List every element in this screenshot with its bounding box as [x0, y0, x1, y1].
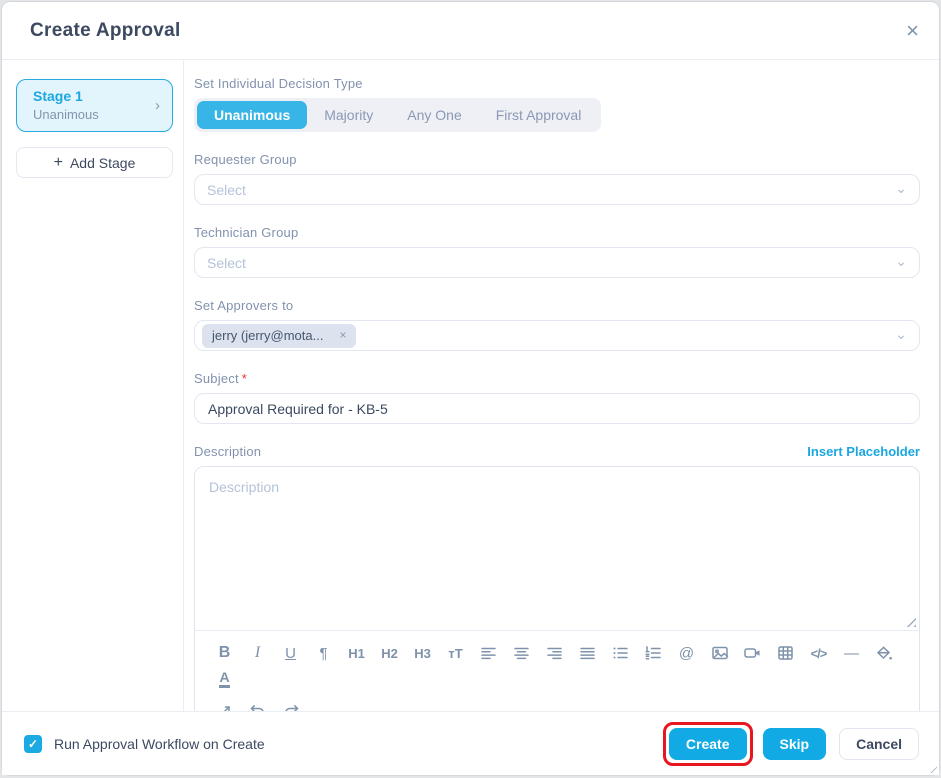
- close-icon[interactable]: ×: [906, 20, 919, 42]
- requester-group-label: Requester Group: [194, 152, 920, 167]
- chevron-down-icon: ⌄: [895, 181, 907, 195]
- stage-name: Stage 1: [33, 88, 99, 104]
- insert-image-icon[interactable]: [706, 640, 733, 666]
- text-color-icon[interactable]: A: [211, 666, 238, 692]
- horizontal-rule-icon[interactable]: —: [838, 640, 865, 666]
- description-editor: BIU¶H1H2H3тT @ </>— A: [194, 466, 920, 711]
- requester-group-placeholder: Select: [207, 182, 246, 198]
- dialog-footer: ✓ Run Approval Workflow on Create Create…: [2, 711, 939, 775]
- dialog-resize-handle[interactable]: [927, 763, 937, 773]
- dialog-body: Stage 1 Unanimous › + Add Stage Set Indi…: [2, 60, 939, 711]
- chevron-down-icon: ⌄: [895, 327, 907, 341]
- approvers-field: Set Approvers to jerry (jerry@mota... × …: [194, 298, 920, 351]
- footer-actions: Create Skip Cancel: [663, 722, 919, 766]
- insert-placeholder-link[interactable]: Insert Placeholder: [807, 444, 920, 459]
- add-stage-label: Add Stage: [70, 155, 135, 171]
- cancel-button[interactable]: Cancel: [839, 728, 919, 760]
- decision-type-group: Set Individual Decision Type UnanimousMa…: [194, 76, 920, 132]
- redo-icon[interactable]: [277, 698, 304, 711]
- heading3-icon[interactable]: H3: [409, 640, 436, 666]
- align-right-icon[interactable]: [541, 640, 568, 666]
- code-view-icon[interactable]: </>: [805, 640, 832, 666]
- dialog-title: Create Approval: [30, 20, 181, 42]
- insert-video-icon[interactable]: [739, 640, 766, 666]
- annotation-highlight: Create: [663, 722, 753, 766]
- technician-group-select[interactable]: Select ⌄: [194, 247, 920, 278]
- required-asterisk: *: [242, 371, 247, 386]
- decision-type-label: Set Individual Decision Type: [194, 76, 920, 91]
- approval-form: Set Individual Decision Type UnanimousMa…: [184, 60, 939, 711]
- stages-sidebar: Stage 1 Unanimous › + Add Stage: [2, 60, 184, 711]
- plus-icon: +: [54, 154, 63, 172]
- stage-card-text: Stage 1 Unanimous: [33, 88, 99, 122]
- editor-toolbar-row1: BIU¶H1H2H3тT @ </>— A: [195, 631, 919, 696]
- create-approval-dialog: Create Approval × Stage 1 Unanimous › + …: [1, 1, 940, 776]
- technician-group-field: Technician Group Select ⌄: [194, 225, 920, 278]
- add-stage-button[interactable]: + Add Stage: [16, 147, 173, 178]
- heading2-icon[interactable]: H2: [376, 640, 403, 666]
- run-workflow-checkbox-row[interactable]: ✓ Run Approval Workflow on Create: [24, 735, 265, 753]
- description-field: Description Insert Placeholder BIU¶H1H2H…: [194, 444, 920, 711]
- decision-option-majority[interactable]: Majority: [307, 101, 390, 129]
- ordered-list-icon[interactable]: [640, 640, 667, 666]
- paragraph-icon[interactable]: ¶: [310, 640, 337, 666]
- checkbox-checked-icon[interactable]: ✓: [24, 735, 42, 753]
- requester-group-select[interactable]: Select ⌄: [194, 174, 920, 205]
- underline-icon[interactable]: U: [277, 640, 304, 666]
- approvers-select[interactable]: jerry (jerry@mota... × ⌄: [194, 320, 920, 351]
- subject-label: Subject*: [194, 371, 920, 386]
- description-label-row: Description Insert Placeholder: [194, 444, 920, 459]
- skip-button[interactable]: Skip: [763, 728, 827, 760]
- editor-textzone: [195, 467, 919, 631]
- stage-card-1[interactable]: Stage 1 Unanimous ›: [16, 79, 173, 132]
- italic-icon[interactable]: I: [244, 640, 271, 666]
- subject-field: Subject*: [194, 371, 920, 424]
- approvers-label: Set Approvers to: [194, 298, 920, 313]
- description-label: Description: [194, 444, 261, 459]
- approver-chip-label: jerry (jerry@mota...: [212, 328, 323, 343]
- subject-input[interactable]: [194, 393, 920, 424]
- run-workflow-label: Run Approval Workflow on Create: [54, 736, 265, 752]
- decision-option-first-approval[interactable]: First Approval: [479, 101, 599, 129]
- insert-table-icon[interactable]: [772, 640, 799, 666]
- dialog-header: Create Approval ×: [2, 2, 939, 60]
- chevron-right-icon: ›: [155, 97, 162, 114]
- align-left-icon[interactable]: [475, 640, 502, 666]
- align-justify-icon[interactable]: [574, 640, 601, 666]
- align-center-icon[interactable]: [508, 640, 535, 666]
- decision-option-any-one[interactable]: Any One: [390, 101, 478, 129]
- approver-chip: jerry (jerry@mota... ×: [202, 324, 356, 348]
- font-size-icon[interactable]: тT: [442, 640, 469, 666]
- undo-icon[interactable]: [244, 698, 271, 711]
- bold-icon[interactable]: B: [211, 640, 238, 666]
- editor-toolbar-row2: [195, 696, 919, 711]
- decision-option-unanimous[interactable]: Unanimous: [197, 101, 307, 129]
- subject-label-text: Subject: [194, 371, 239, 386]
- create-button[interactable]: Create: [669, 728, 747, 760]
- unordered-list-icon[interactable]: [607, 640, 634, 666]
- stage-type: Unanimous: [33, 107, 99, 122]
- chevron-down-icon: ⌄: [895, 254, 907, 268]
- requester-group-field: Requester Group Select ⌄: [194, 152, 920, 205]
- fill-color-icon[interactable]: [871, 640, 898, 666]
- chip-close-icon[interactable]: ×: [339, 328, 346, 342]
- description-textarea[interactable]: [195, 467, 919, 625]
- decision-type-segmented-control: UnanimousMajorityAny OneFirst Approval: [194, 98, 601, 132]
- technician-group-label: Technician Group: [194, 225, 920, 240]
- fullscreen-icon[interactable]: [211, 698, 238, 711]
- technician-group-placeholder: Select: [207, 255, 246, 271]
- heading1-icon[interactable]: H1: [343, 640, 370, 666]
- link-icon[interactable]: @: [673, 640, 700, 666]
